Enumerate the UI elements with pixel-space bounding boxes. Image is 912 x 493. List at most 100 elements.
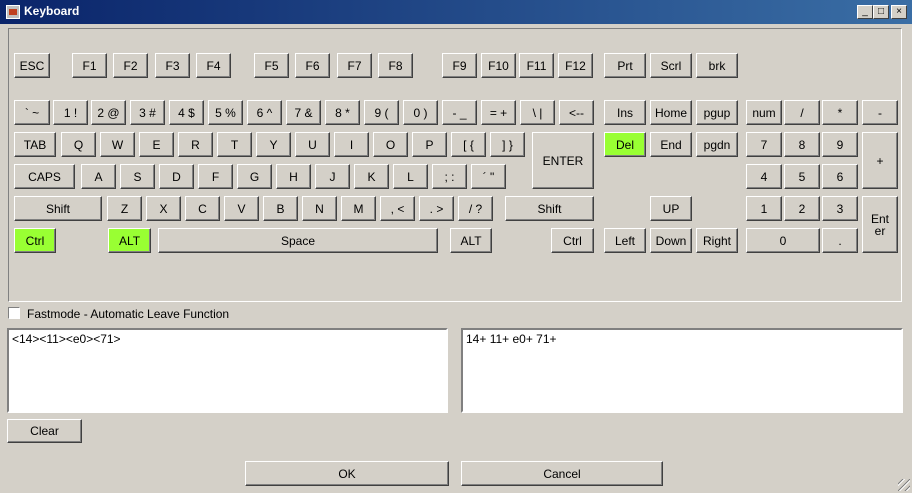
key-numpad-plus[interactable]: + — [862, 132, 898, 189]
fastmode-checkbox[interactable] — [8, 307, 20, 319]
minimize-button[interactable]: _ — [857, 5, 873, 19]
key-f5[interactable]: F5 — [254, 53, 289, 78]
key-u[interactable]: U — [295, 132, 330, 157]
key-j[interactable]: J — [315, 164, 350, 189]
key-h[interactable]: H — [276, 164, 311, 189]
key-backtick[interactable]: ` ~ — [14, 100, 50, 125]
key-3[interactable]: 3 # — [130, 100, 165, 125]
key-m[interactable]: M — [341, 196, 376, 221]
key-numpad-7[interactable]: 7 — [746, 132, 782, 157]
key-f1[interactable]: F1 — [72, 53, 107, 78]
make-code-output-textbox[interactable]: 14+ 11+ e0+ 71+ — [461, 328, 903, 413]
key-5[interactable]: 5 % — [208, 100, 243, 125]
key-right-alt[interactable]: ALT — [450, 228, 492, 253]
key-equals[interactable]: = + — [481, 100, 516, 125]
key-numpad-0[interactable]: 0 — [746, 228, 820, 253]
key-f9[interactable]: F9 — [442, 53, 477, 78]
key-ins[interactable]: Ins — [604, 100, 646, 125]
key-right[interactable]: Right — [696, 228, 738, 253]
key-f2[interactable]: F2 — [113, 53, 148, 78]
key-f10[interactable]: F10 — [481, 53, 516, 78]
key-right-shift[interactable]: Shift — [505, 196, 594, 221]
key-f7[interactable]: F7 — [337, 53, 372, 78]
close-button[interactable]: × — [891, 5, 907, 19]
key-backslash[interactable]: \ | — [520, 100, 555, 125]
ok-button[interactable]: OK — [245, 461, 449, 486]
key-v[interactable]: V — [224, 196, 259, 221]
key-1[interactable]: 1 ! — [53, 100, 88, 125]
key-home[interactable]: Home — [650, 100, 692, 125]
key-backspace[interactable]: <-- — [559, 100, 594, 125]
key-8[interactable]: 8 * — [325, 100, 360, 125]
key-left[interactable]: Left — [604, 228, 646, 253]
key-caps[interactable]: CAPS — [14, 164, 75, 189]
key-slash[interactable]: / ? — [458, 196, 493, 221]
key-s[interactable]: S — [120, 164, 155, 189]
scancode-output-textbox[interactable]: <14><11><e0><71> — [7, 328, 448, 413]
key-z[interactable]: Z — [107, 196, 142, 221]
key-numpad-dot[interactable]: . — [822, 228, 858, 253]
key-quote[interactable]: ´ " — [471, 164, 506, 189]
key-t[interactable]: T — [217, 132, 252, 157]
key-left-bracket[interactable]: [ { — [451, 132, 486, 157]
key-pgdn[interactable]: pgdn — [696, 132, 738, 157]
key-4[interactable]: 4 $ — [169, 100, 204, 125]
key-n[interactable]: N — [302, 196, 337, 221]
key-scrl[interactable]: Scrl — [650, 53, 692, 78]
key-c[interactable]: C — [185, 196, 220, 221]
key-f12[interactable]: F12 — [558, 53, 593, 78]
key-left-shift[interactable]: Shift — [14, 196, 102, 221]
key-left-ctrl[interactable]: Ctrl — [14, 228, 56, 253]
key-q[interactable]: Q — [61, 132, 96, 157]
key-right-ctrl[interactable]: Ctrl — [551, 228, 594, 253]
key-numpad-9[interactable]: 9 — [822, 132, 858, 157]
key-numpad-4[interactable]: 4 — [746, 164, 782, 189]
key-tab[interactable]: TAB — [14, 132, 56, 157]
key-numpad-multiply[interactable]: * — [822, 100, 858, 125]
key-pgup[interactable]: pgup — [696, 100, 738, 125]
key-right-bracket[interactable]: ] } — [490, 132, 525, 157]
key-f8[interactable]: F8 — [378, 53, 413, 78]
key-space[interactable]: Space — [158, 228, 438, 253]
key-g[interactable]: G — [237, 164, 272, 189]
key-d[interactable]: D — [159, 164, 194, 189]
key-numpad-6[interactable]: 6 — [822, 164, 858, 189]
key-f[interactable]: F — [198, 164, 233, 189]
key-e[interactable]: E — [139, 132, 174, 157]
key-brk[interactable]: brk — [696, 53, 738, 78]
key-numpad-2[interactable]: 2 — [784, 196, 820, 221]
key-0[interactable]: 0 ) — [403, 100, 438, 125]
key-f4[interactable]: F4 — [196, 53, 231, 78]
key-semicolon[interactable]: ; : — [432, 164, 467, 189]
key-numpad-enter[interactable]: Ent er — [862, 196, 898, 253]
key-w[interactable]: W — [100, 132, 135, 157]
key-y[interactable]: Y — [256, 132, 291, 157]
key-prt[interactable]: Prt — [604, 53, 646, 78]
key-enter[interactable]: ENTER — [532, 132, 594, 189]
key-down[interactable]: Down — [650, 228, 692, 253]
cancel-button[interactable]: Cancel — [461, 461, 663, 486]
key-f11[interactable]: F11 — [519, 53, 554, 78]
key-comma[interactable]: , < — [380, 196, 415, 221]
key-numpad-5[interactable]: 5 — [784, 164, 820, 189]
key-l[interactable]: L — [393, 164, 428, 189]
key-f6[interactable]: F6 — [295, 53, 330, 78]
key-9[interactable]: 9 ( — [364, 100, 399, 125]
key-numpad-3[interactable]: 3 — [822, 196, 858, 221]
key-numpad-minus[interactable]: - — [862, 100, 898, 125]
key-period[interactable]: . > — [419, 196, 454, 221]
key-7[interactable]: 7 & — [286, 100, 321, 125]
resize-grip-icon[interactable] — [898, 479, 910, 491]
key-numlock[interactable]: num — [746, 100, 782, 125]
key-a[interactable]: A — [81, 164, 116, 189]
key-esc[interactable]: ESC — [14, 53, 50, 78]
key-up[interactable]: UP — [650, 196, 692, 221]
key-o[interactable]: O — [373, 132, 408, 157]
key-b[interactable]: B — [263, 196, 298, 221]
key-2[interactable]: 2 @ — [91, 100, 126, 125]
key-p[interactable]: P — [412, 132, 447, 157]
key-i[interactable]: I — [334, 132, 369, 157]
key-minus[interactable]: - _ — [442, 100, 477, 125]
maximize-button[interactable]: □ — [873, 5, 889, 19]
key-k[interactable]: K — [354, 164, 389, 189]
